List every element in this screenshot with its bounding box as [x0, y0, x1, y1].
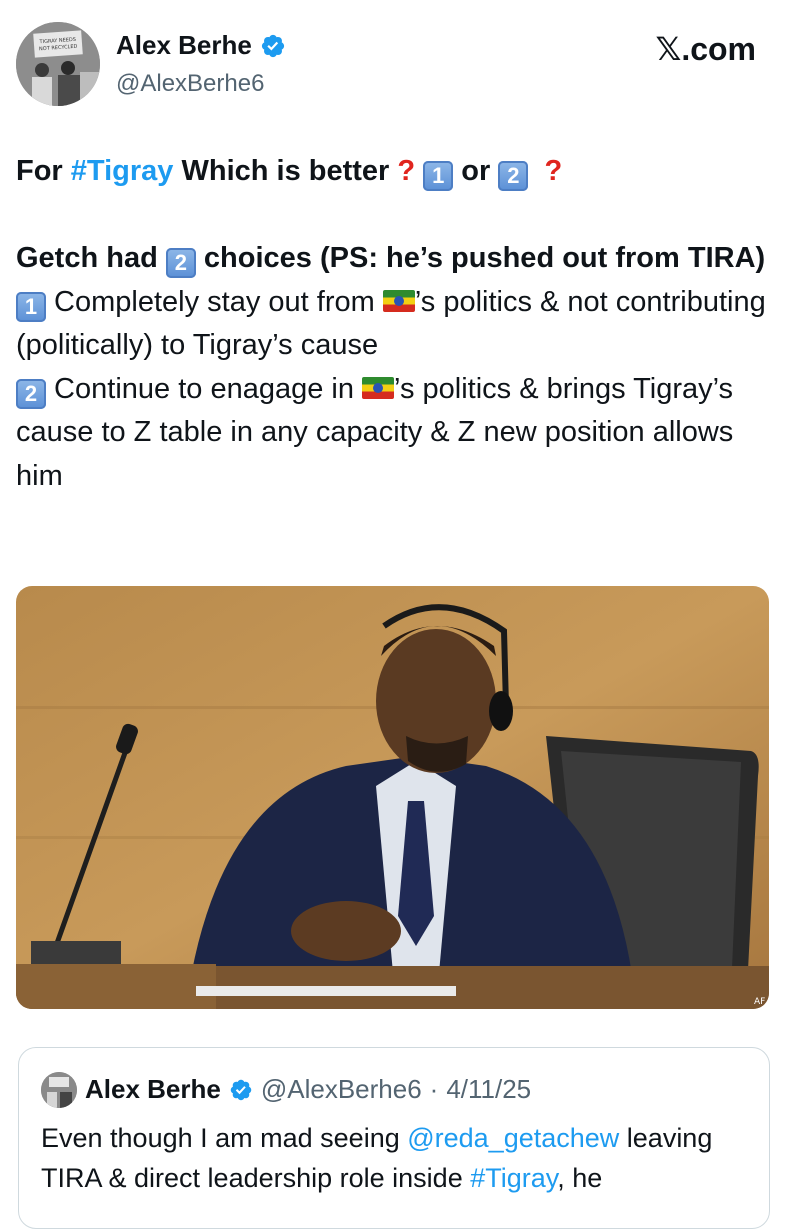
verified-badge-icon	[261, 34, 284, 57]
tweet-photo[interactable]: AF	[16, 586, 769, 1009]
ethiopia-flag-icon	[362, 376, 395, 399]
quoted-tweet[interactable]: Alex Berhe @AlexBerhe6 · 4/11/25 Even thou…	[18, 1047, 770, 1229]
author-handle[interactable]: @AlexBerhe6	[116, 70, 264, 98]
keycap-2-icon: 2	[498, 161, 529, 191]
quoted-text: Even though I am mad seeing @reda_getach…	[41, 1123, 713, 1193]
quoted-header: Alex Berhe @AlexBerhe6 · 4/11/25	[85, 1074, 531, 1105]
quoted-author-handle[interactable]: @AlexBerhe6	[261, 1074, 422, 1105]
quoted-separator: ·	[429, 1074, 439, 1104]
question-mark-icon: ?	[397, 155, 416, 187]
author-name-row[interactable]: Alex Berhe	[116, 30, 286, 61]
author-avatar[interactable]: TIGRAY NEEDS NOT RECYCLED	[16, 22, 100, 106]
photo-watermark: AF	[754, 997, 765, 1007]
tweet-text: For #Tigray Which is better ? 1 or 2 ? G…	[16, 155, 774, 492]
x-brand-logo: 𝕏.com	[655, 31, 756, 67]
author-name[interactable]: Alex Berhe	[116, 30, 252, 61]
mention-reda-getachew[interactable]: @reda_getachew	[407, 1123, 619, 1153]
quoted-date[interactable]: 4/11/25	[446, 1074, 531, 1105]
quoted-author-name[interactable]: Alex Berhe	[85, 1074, 221, 1105]
quoted-author-avatar[interactable]	[41, 1072, 77, 1108]
question-mark-icon: ?	[544, 155, 563, 187]
ethiopia-flag-icon	[382, 289, 415, 312]
keycap-2-icon: 2	[165, 248, 196, 278]
keycap-2-icon: 2	[16, 378, 46, 409]
hashtag-tigray-quoted[interactable]: #Tigray	[470, 1163, 557, 1193]
keycap-1-icon: 1	[16, 291, 46, 322]
verified-badge-icon	[230, 1079, 252, 1100]
hashtag-tigray[interactable]: #Tigray	[71, 155, 174, 187]
keycap-1-icon: 1	[423, 161, 454, 191]
